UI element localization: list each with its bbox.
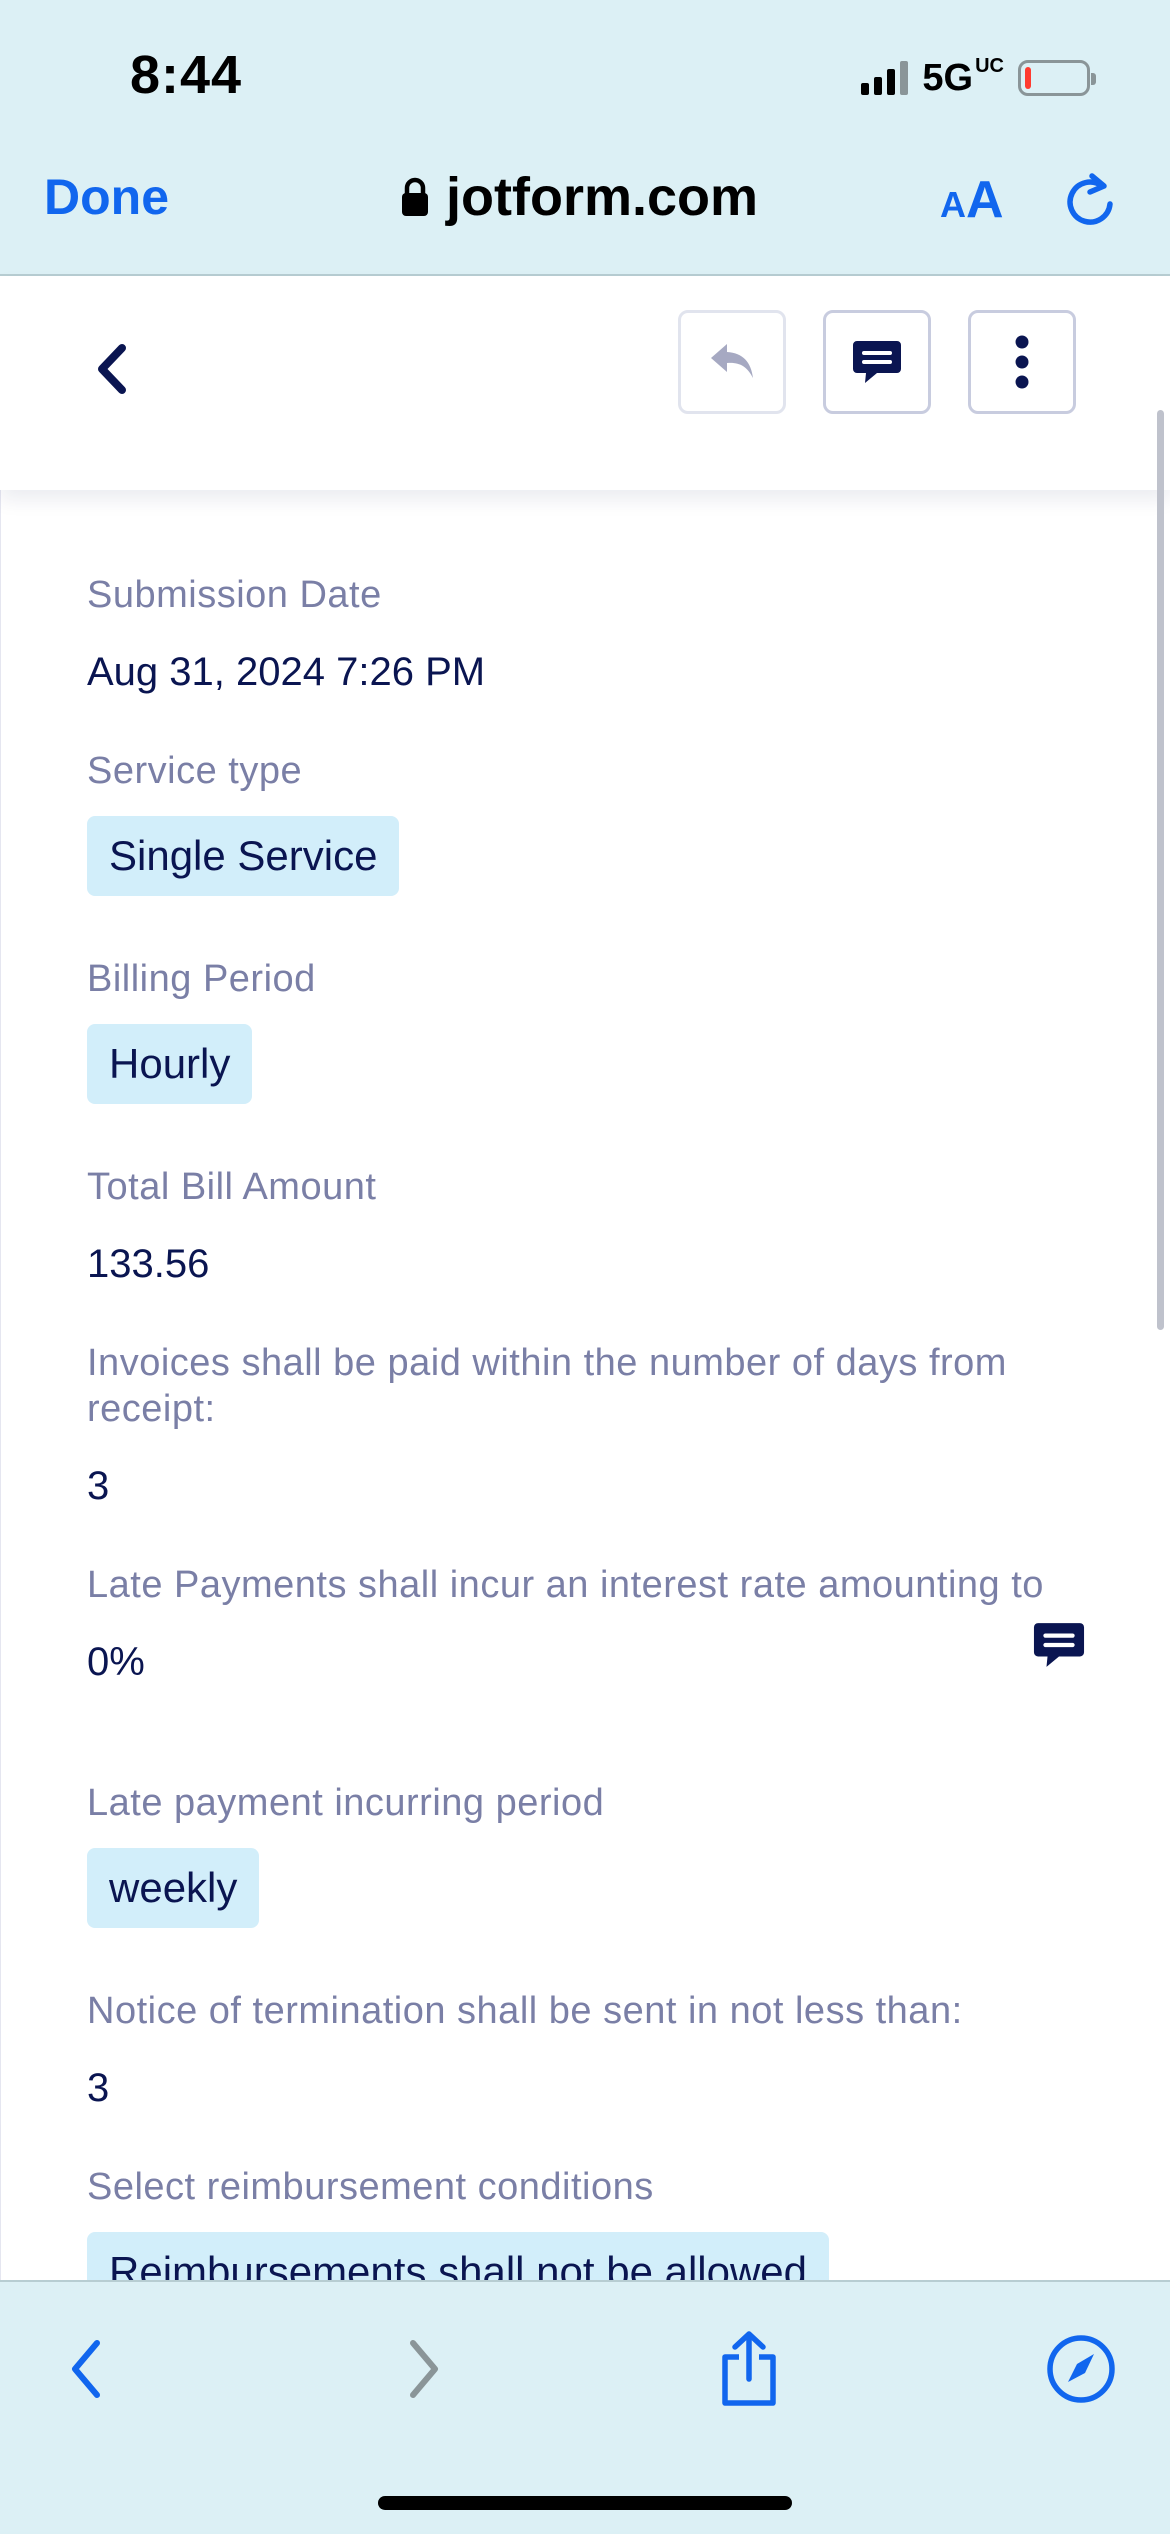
lock-icon: [402, 177, 428, 216]
address-bar[interactable]: jotform.com: [400, 166, 758, 228]
field-label: Total Bill Amount: [87, 1166, 377, 1208]
field-invoice-days: Invoices shall be paid within the number…: [87, 1340, 1087, 1510]
reply-icon: [711, 344, 753, 378]
share-button[interactable]: [704, 2324, 794, 2414]
cellular-signal-icon: [861, 61, 909, 95]
field-value: 0%: [87, 1640, 145, 1684]
done-button[interactable]: Done: [44, 168, 169, 226]
text-size-big-label: A: [966, 171, 1004, 229]
field-label: Select reimbursement conditions: [87, 2166, 654, 2208]
field-value-chip: Reimbursements shall not be allowed: [87, 2232, 830, 2280]
battery-icon: [1018, 60, 1096, 96]
status-indicators: 5G UC: [861, 54, 1096, 100]
comments-button[interactable]: [823, 310, 931, 414]
field-label: Service type: [87, 750, 303, 792]
field-total-bill-amount: Total Bill Amount 133.56: [87, 1164, 1087, 1288]
open-in-safari-button[interactable]: [1036, 2324, 1126, 2414]
field-label: Late payment incurring period: [87, 1782, 605, 1824]
field-value-chip: weekly: [87, 1848, 260, 1928]
field-value: 3: [87, 2066, 110, 2110]
chevron-right-icon: [410, 2340, 438, 2398]
field-late-interest-rate: Late Payments shall incur an interest ra…: [87, 1562, 1087, 1686]
text-size-button[interactable]: A A: [940, 170, 1004, 230]
home-indicator[interactable]: [378, 2496, 792, 2510]
field-value-chip: Single Service: [87, 816, 400, 896]
reload-icon[interactable]: [1062, 170, 1118, 228]
browser-forward-button[interactable]: [378, 2324, 468, 2414]
field-value-chip: Hourly: [87, 1024, 253, 1104]
field-value: Aug 31, 2024 7:26 PM: [87, 650, 486, 694]
field-termination-notice: Notice of termination shall be sent in n…: [87, 1988, 1087, 2112]
field-late-payment-period: Late payment incurring period weekly: [87, 1780, 1087, 1928]
field-submission-date: Submission Date Aug 31, 2024 7:26 PM: [87, 572, 1087, 696]
field-reimbursement-conditions: Select reimbursement conditions Reimburs…: [87, 2164, 1087, 2280]
back-arrow-icon[interactable]: [88, 338, 138, 400]
field-comment-icon[interactable]: [1031, 1621, 1087, 1669]
submission-header: [0, 276, 1170, 490]
submission-content: Submission Date Aug 31, 2024 7:26 PM Ser…: [0, 490, 1170, 2280]
field-label: Invoices shall be paid within the number…: [87, 1342, 1007, 1430]
field-label: Notice of termination shall be sent in n…: [87, 1990, 963, 2032]
comment-icon: [853, 341, 901, 383]
browser-back-button[interactable]: [42, 2324, 132, 2414]
reply-button[interactable]: [678, 310, 786, 414]
submission-card: Submission Date Aug 31, 2024 7:26 PM Ser…: [0, 490, 1170, 2280]
field-billing-period: Billing Period Hourly: [87, 956, 1087, 1104]
field-label: Late Payments shall incur an interest ra…: [87, 1564, 1044, 1606]
chevron-left-icon: [72, 2340, 100, 2398]
network-type: 5G UC: [922, 54, 1004, 100]
field-value: 3: [87, 1464, 110, 1508]
more-vertical-icon: [1015, 335, 1029, 389]
page-scrollbar[interactable]: [1157, 410, 1164, 1330]
field-value: 133.56: [87, 1242, 210, 1286]
network-label: 5G: [922, 56, 974, 99]
network-suffix: UC: [975, 54, 1004, 77]
url-text: jotform.com: [446, 167, 759, 227]
share-icon: [722, 2331, 776, 2406]
battery-level: [1025, 67, 1031, 89]
browser-top-bar: 8:44 5G UC Done jotform.com A A: [0, 0, 1170, 276]
browser-bottom-toolbar: [0, 2280, 1170, 2534]
compass-icon: [1047, 2335, 1115, 2403]
more-options-button[interactable]: [968, 310, 1076, 414]
field-label: Billing Period: [87, 958, 316, 1000]
status-time: 8:44: [130, 45, 243, 105]
field-service-type: Service type Single Service: [87, 748, 1087, 896]
text-size-small-label: A: [940, 184, 966, 225]
field-label: Submission Date: [87, 574, 382, 616]
